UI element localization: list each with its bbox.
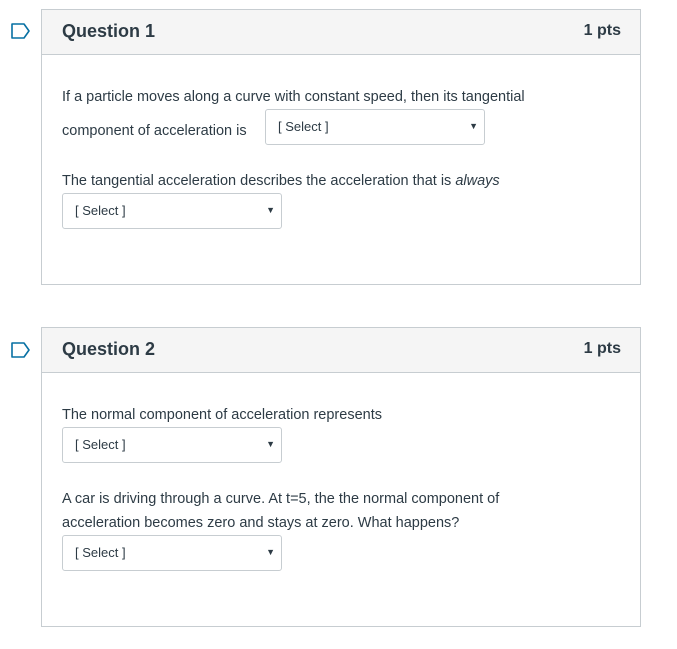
- question-1-points: 1 pts: [583, 22, 621, 39]
- question-1-text-line1: If a particle moves along a curve with c…: [62, 89, 525, 105]
- question-2-card: Question 2 1 pts The normal component of…: [41, 327, 641, 627]
- question-1-text-line3: The tangential acceleration describes th…: [62, 171, 500, 191]
- caret-down-icon: ▼: [266, 205, 275, 215]
- question-1-text-line2: component of acceleration is: [62, 123, 247, 139]
- question-2-text-line1: The normal component of acceleration rep…: [62, 407, 382, 423]
- question-1-select-1[interactable]: [ Select ] ▼: [265, 109, 485, 145]
- caret-down-icon: ▼: [266, 439, 275, 449]
- question-2-title: Question 2: [62, 339, 156, 359]
- question-2-select-2[interactable]: [ Select ] ▼: [62, 535, 282, 571]
- select-label: [ Select ]: [278, 119, 329, 134]
- question-2-text-line2: A car is driving through a curve. At t=5…: [62, 491, 500, 507]
- caret-down-icon: ▼: [469, 121, 478, 131]
- select-label: [ Select ]: [75, 203, 126, 218]
- bookmark-flag-icon[interactable]: [11, 23, 31, 39]
- question-1-text-line3-emphasis: always: [455, 173, 500, 189]
- question-1-select-2[interactable]: [ Select ] ▼: [62, 193, 282, 229]
- question-1-header: Question 1 1 pts: [42, 10, 640, 55]
- caret-down-icon: ▼: [266, 547, 275, 557]
- question-1-title: Question 1: [62, 21, 156, 41]
- bookmark-flag-icon[interactable]: [11, 342, 31, 358]
- question-1-card: Question 1 1 pts If a particle moves alo…: [41, 9, 641, 285]
- question-1-text-line3-prefix: The tangential acceleration describes th…: [62, 173, 456, 189]
- select-label: [ Select ]: [75, 545, 126, 560]
- select-label: [ Select ]: [75, 437, 126, 452]
- question-2-header: Question 2 1 pts: [42, 328, 640, 373]
- question-2-select-1[interactable]: [ Select ] ▼: [62, 427, 282, 463]
- question-2-points: 1 pts: [583, 340, 621, 357]
- question-2-text-line3: acceleration becomes zero and stays at z…: [62, 515, 460, 531]
